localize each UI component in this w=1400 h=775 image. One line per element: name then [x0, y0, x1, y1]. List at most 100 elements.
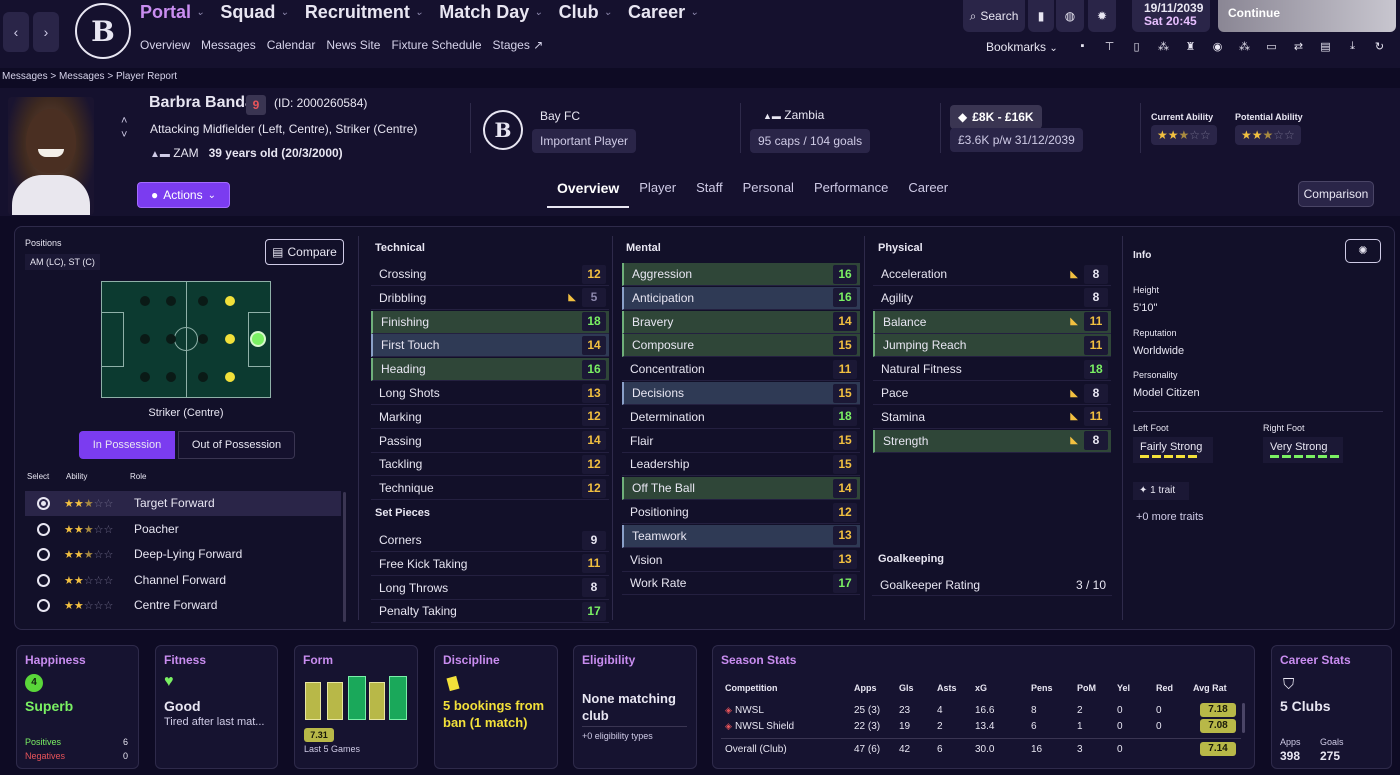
- position-marker[interactable]: [140, 334, 150, 344]
- info-settings-button[interactable]: ✺: [1345, 239, 1381, 263]
- chat-icon[interactable]: ▪: [1074, 40, 1091, 56]
- role-radio[interactable]: [37, 497, 50, 510]
- out-possession-toggle[interactable]: Out of Possession: [178, 431, 295, 459]
- role-radio[interactable]: [37, 599, 50, 613]
- subnav-fixture-schedule[interactable]: Fixture Schedule: [391, 38, 481, 52]
- subnav-messages[interactable]: Messages: [201, 38, 256, 52]
- position-marker[interactable]: [166, 372, 176, 382]
- role-row[interactable]: ★★☆☆☆ Channel Forward: [25, 568, 341, 593]
- position-marker-accomplished[interactable]: [225, 334, 235, 344]
- world-button[interactable]: ◍: [1056, 0, 1084, 32]
- shirt-icon[interactable]: ⊤: [1101, 40, 1118, 56]
- happiness-card[interactable]: Happiness 4 Superb Positives 6 Negatives…: [16, 645, 139, 769]
- discipline-card[interactable]: Discipline 5 bookings from ban (1 match): [434, 645, 558, 769]
- season-cell: Overall (Club): [725, 744, 787, 755]
- role-row[interactable]: ★★★☆☆ Deep-Lying Forward: [25, 542, 341, 567]
- position-marker-natural[interactable]: [252, 333, 264, 345]
- subnav-news-site[interactable]: News Site: [326, 38, 380, 52]
- position-marker[interactable]: [198, 334, 208, 344]
- subnav-overview[interactable]: Overview: [140, 38, 190, 52]
- chevron-up-icon[interactable]: ˄: [121, 114, 127, 128]
- subnav-calendar[interactable]: Calendar: [267, 38, 316, 52]
- current-club-logo[interactable]: B: [483, 110, 523, 150]
- role-row[interactable]: ★★☆☆☆ Centre Forward: [25, 593, 341, 618]
- trophy-icon[interactable]: ♜: [1182, 40, 1199, 56]
- in-possession-toggle[interactable]: In Possession: [79, 431, 175, 459]
- attribute-name: Long Throws: [379, 580, 449, 595]
- download-icon[interactable]: ⤓: [1344, 40, 1361, 56]
- role-radio[interactable]: [37, 548, 50, 562]
- tab-personal[interactable]: Personal: [733, 176, 804, 208]
- role-radio-dot: [41, 501, 46, 506]
- tab-staff[interactable]: Staff: [686, 176, 733, 208]
- nav-career[interactable]: Career ⌄: [628, 2, 698, 23]
- season-scrollbar[interactable]: [1242, 703, 1245, 733]
- nation-link[interactable]: ▲▬ Zambia: [763, 108, 824, 122]
- tab-player[interactable]: Player: [629, 176, 686, 208]
- document-icon[interactable]: ▤: [1317, 40, 1334, 56]
- roles-scrollbar[interactable]: [343, 492, 346, 622]
- career-clubs: 5 Clubs: [1280, 698, 1331, 714]
- nav-club[interactable]: Club ⌄: [559, 2, 612, 23]
- date-display[interactable]: 19/11/2039 Sat 20:45: [1132, 0, 1210, 32]
- tab-performance[interactable]: Performance: [804, 176, 898, 208]
- search-button[interactable]: ⌕ Search: [963, 0, 1025, 32]
- position-marker[interactable]: [166, 334, 176, 344]
- ball-icon[interactable]: ◉: [1209, 40, 1226, 56]
- tab-overview[interactable]: Overview: [547, 176, 630, 208]
- role-row[interactable]: ★★★☆☆ Poacher: [25, 517, 341, 542]
- negatives-label: Negatives: [25, 751, 66, 761]
- continue-button[interactable]: Continue: [1218, 0, 1396, 32]
- nav-squad[interactable]: Squad ⌄: [220, 2, 288, 23]
- position-marker[interactable]: [198, 372, 208, 382]
- role-row[interactable]: ★★★☆☆ Target Forward: [25, 491, 341, 516]
- career-stats-card[interactable]: Career Stats ⛉ 5 Clubs Apps 398 Goals 27…: [1271, 645, 1392, 769]
- club-logo-letter: B: [91, 14, 115, 48]
- position-marker[interactable]: [198, 296, 208, 306]
- comparison-button[interactable]: Comparison: [1298, 181, 1374, 207]
- bookmarks-dropdown[interactable]: Bookmarks ⌄: [986, 40, 1058, 54]
- fitness-card[interactable]: Fitness ♥ Good Tired after last mat...: [155, 645, 278, 769]
- season-stats-card[interactable]: Season Stats Competition Apps Gls Asts xG Pen…: [712, 645, 1255, 769]
- position-marker[interactable]: [140, 296, 150, 306]
- compare-button[interactable]: ▤ Compare: [265, 239, 344, 265]
- tab-career[interactable]: Career: [898, 176, 958, 208]
- traits-chip[interactable]: ✦ 1 trait: [1133, 482, 1189, 500]
- transfer-icon[interactable]: ⇄: [1290, 40, 1307, 56]
- player-switcher[interactable]: ˄ ˅: [121, 114, 127, 142]
- finance-icon[interactable]: ▭: [1263, 40, 1280, 56]
- club-logo[interactable]: B: [75, 3, 131, 59]
- divider: [612, 236, 613, 620]
- nav-recruitment[interactable]: Recruitment ⌄: [305, 2, 423, 23]
- subnav-stages[interactable]: Stages ↗: [493, 38, 544, 52]
- position-marker[interactable]: [166, 296, 176, 306]
- attribute-value: 8: [582, 578, 606, 598]
- people-icon[interactable]: ⁂: [1236, 40, 1253, 56]
- attribute-row: Leadership 15: [622, 453, 860, 477]
- id-card-icon[interactable]: ▯: [1128, 40, 1145, 56]
- refresh-icon[interactable]: ↻: [1371, 40, 1388, 56]
- attribute-row: Concentration 11: [622, 358, 860, 382]
- attribute-value: 15: [833, 383, 857, 403]
- nav-portal[interactable]: Portal ⌄: [140, 2, 204, 23]
- season-cell: 1: [1077, 721, 1083, 732]
- forward-button[interactable]: ›: [33, 12, 59, 52]
- season-col-header: PoM: [1077, 683, 1096, 693]
- chevron-down-icon[interactable]: ˅: [121, 128, 127, 142]
- back-button[interactable]: ‹: [3, 12, 29, 52]
- form-card[interactable]: Form 7.31 Last 5 Games: [294, 645, 418, 769]
- position-marker-accomplished[interactable]: [225, 372, 235, 382]
- settings-button[interactable]: ✹: [1088, 0, 1116, 32]
- bookmark-button[interactable]: ▮: [1028, 0, 1054, 32]
- more-traits[interactable]: +0 more traits: [1136, 511, 1204, 523]
- nav-match-day[interactable]: Match Day ⌄: [439, 2, 542, 23]
- attribute-value: 12: [582, 264, 606, 284]
- actions-button[interactable]: ● Actions ⌄: [137, 182, 230, 208]
- eligibility-card[interactable]: Eligibility None matching club +0 eligib…: [573, 645, 697, 769]
- role-radio[interactable]: [37, 573, 50, 587]
- role-radio[interactable]: [37, 522, 50, 536]
- position-marker[interactable]: [140, 372, 150, 382]
- player-club[interactable]: Bay FC: [540, 109, 580, 123]
- tactics-icon[interactable]: ⁂: [1155, 40, 1172, 56]
- position-marker-accomplished[interactable]: [225, 296, 235, 306]
